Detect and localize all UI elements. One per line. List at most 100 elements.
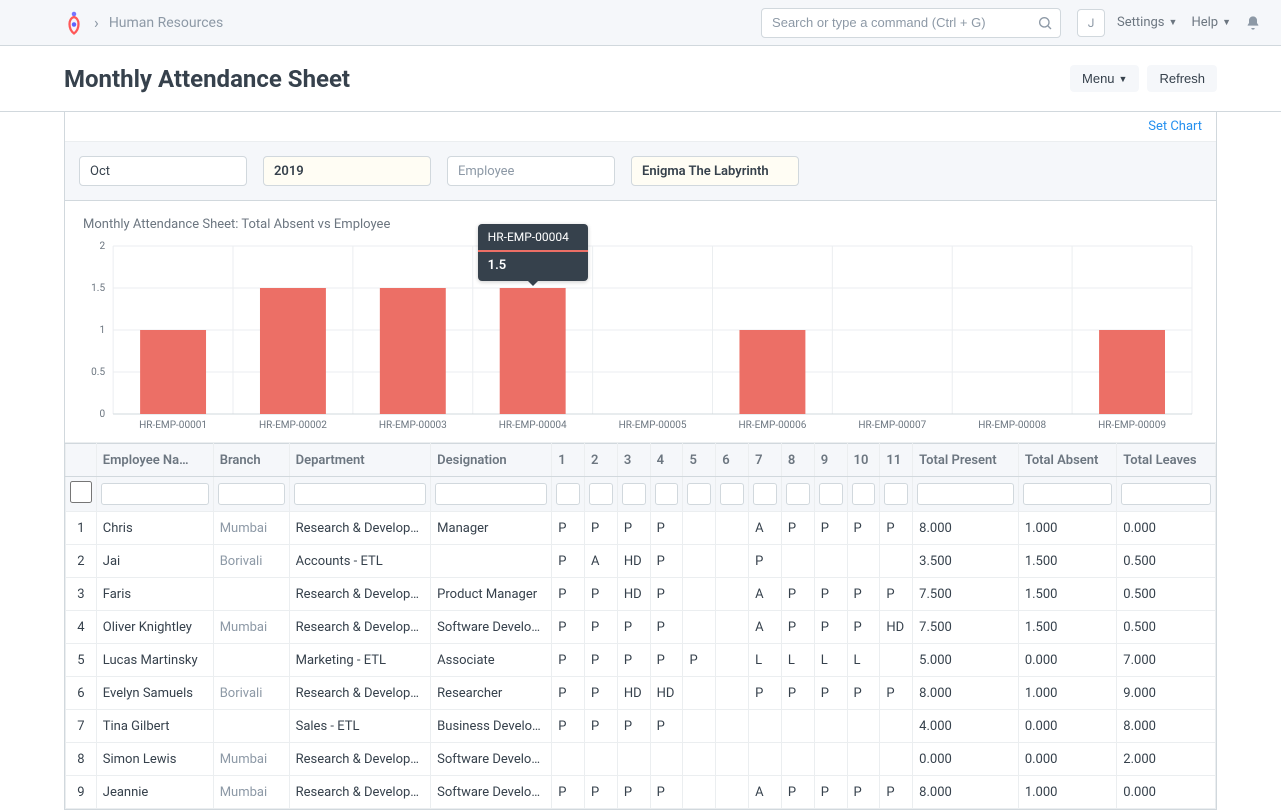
row-index: 6	[66, 677, 97, 710]
cell-day	[716, 545, 749, 578]
svg-text:HR-EMP-00003: HR-EMP-00003	[379, 420, 447, 431]
table-column-header[interactable]: 6	[716, 444, 749, 477]
cell-designation: Software Develo…	[431, 611, 552, 644]
column-filter-input[interactable]	[819, 483, 843, 505]
cell-day	[716, 710, 749, 743]
table-column-header[interactable]: 10	[847, 444, 880, 477]
table-row[interactable]: 8Simon LewisMumbaiResearch & Develop…Sof…	[66, 743, 1216, 776]
filters-row: Oct 2019 Employee Enigma The Labyrinth	[65, 142, 1216, 201]
search-input[interactable]	[761, 8, 1061, 38]
svg-text:HR-EMP-00007: HR-EMP-00007	[858, 420, 926, 431]
select-all-checkbox[interactable]	[70, 481, 92, 503]
filter-company[interactable]: Enigma The Labyrinth	[631, 156, 799, 186]
table-column-header[interactable]: 9	[814, 444, 847, 477]
chart-bar[interactable]	[140, 330, 206, 414]
cell-day: P	[552, 644, 585, 677]
column-filter-input[interactable]	[917, 483, 1014, 505]
table-column-header[interactable]: Total Leaves	[1117, 444, 1216, 477]
menu-button[interactable]: Menu ▼	[1070, 65, 1139, 92]
cell-branch: Mumbai	[213, 512, 289, 545]
table-row[interactable]: 7Tina GilbertSales - ETLBusiness Develo……	[66, 710, 1216, 743]
table-column-header[interactable]: 11	[880, 444, 913, 477]
cell-branch	[213, 578, 289, 611]
cell-day: P	[585, 644, 618, 677]
cell-day: L	[749, 644, 782, 677]
table-column-header[interactable]: 4	[650, 444, 683, 477]
cell-department: Research & Develop…	[289, 512, 431, 545]
column-filter-input[interactable]	[753, 483, 777, 505]
chart-svg[interactable]: 00.511.52HR-EMP-00001HR-EMP-00002HR-EMP-…	[83, 240, 1198, 438]
chart-bar[interactable]	[500, 288, 566, 414]
table-column-header[interactable]: Total Present	[913, 444, 1019, 477]
table-column-header[interactable]: Employee Na…	[96, 444, 213, 477]
cell-total-leaves: 0.000	[1117, 512, 1216, 545]
table-row[interactable]: 6Evelyn SamuelsBorivaliResearch & Develo…	[66, 677, 1216, 710]
cell-day: L	[781, 644, 814, 677]
table-row[interactable]: 9JeannieMumbaiResearch & Develop…Softwar…	[66, 776, 1216, 809]
column-filter-input[interactable]	[1023, 483, 1112, 505]
table-column-header[interactable]: 7	[749, 444, 782, 477]
cell-day: P	[552, 677, 585, 710]
filter-year[interactable]: 2019	[263, 156, 431, 186]
table-row[interactable]: 5Lucas MartinskyMarketing - ETLAssociate…	[66, 644, 1216, 677]
table-row[interactable]: 3FarisResearch & Develop…Product Manager…	[66, 578, 1216, 611]
set-chart-link[interactable]: Set Chart	[1148, 119, 1202, 134]
column-filter-input[interactable]	[884, 483, 908, 505]
cell-designation: Associate	[431, 644, 552, 677]
chart-bar[interactable]	[380, 288, 446, 414]
cell-day: P	[585, 611, 618, 644]
bell-icon[interactable]	[1245, 15, 1261, 31]
help-menu[interactable]: Help ▼	[1191, 15, 1231, 30]
column-filter-input[interactable]	[720, 483, 744, 505]
app-logo[interactable]	[64, 9, 84, 37]
table-column-header[interactable]: Branch	[213, 444, 289, 477]
chart-bar[interactable]	[739, 330, 805, 414]
svg-text:HR-EMP-00006: HR-EMP-00006	[738, 420, 806, 431]
filter-month[interactable]: Oct	[79, 156, 247, 186]
table-column-header[interactable]: 2	[585, 444, 618, 477]
column-filter-input[interactable]	[218, 483, 285, 505]
table-column-header[interactable]: 5	[683, 444, 716, 477]
cell-department: Research & Develop…	[289, 776, 431, 809]
cell-day: P	[650, 710, 683, 743]
cell-day: P	[650, 611, 683, 644]
settings-menu[interactable]: Settings ▼	[1117, 15, 1177, 30]
column-filter-input[interactable]	[294, 483, 427, 505]
table-column-header[interactable]: Designation	[431, 444, 552, 477]
chart-bar[interactable]	[1099, 330, 1165, 414]
filter-employee[interactable]: Employee	[447, 156, 615, 186]
column-filter-input[interactable]	[655, 483, 679, 505]
column-filter-input[interactable]	[589, 483, 613, 505]
table-column-header[interactable]: 8	[781, 444, 814, 477]
cell-day	[716, 644, 749, 677]
table-column-header[interactable]: 3	[617, 444, 650, 477]
cell-day: P	[880, 512, 913, 545]
chart-bar[interactable]	[260, 288, 326, 414]
cell-day	[749, 710, 782, 743]
column-filter-input[interactable]	[852, 483, 876, 505]
column-filter-input[interactable]	[556, 483, 580, 505]
refresh-button[interactable]: Refresh	[1147, 65, 1217, 92]
cell-day: A	[749, 578, 782, 611]
table-column-header[interactable]: Total Absent	[1018, 444, 1116, 477]
table-row[interactable]: 1ChrisMumbaiResearch & Develop…ManagerPP…	[66, 512, 1216, 545]
table-column-header[interactable]: Department	[289, 444, 431, 477]
table-row[interactable]: 2JaiBorivaliAccounts - ETLPAHDPP3.5001.5…	[66, 545, 1216, 578]
data-grid: Employee Na…BranchDepartmentDesignation1…	[65, 443, 1216, 809]
column-filter-input[interactable]	[101, 483, 209, 505]
svg-text:0.5: 0.5	[91, 367, 105, 378]
column-filter-input[interactable]	[786, 483, 810, 505]
column-filter-input[interactable]	[622, 483, 646, 505]
table-column-header[interactable]: 1	[552, 444, 585, 477]
cell-total-absent: 1.000	[1018, 776, 1116, 809]
table-scroll[interactable]: Employee Na…BranchDepartmentDesignation1…	[65, 443, 1216, 809]
column-filter-input[interactable]	[1121, 483, 1211, 505]
chart-area: Monthly Attendance Sheet: Total Absent v…	[65, 201, 1216, 443]
column-filter-input[interactable]	[435, 483, 547, 505]
column-filter-input[interactable]	[687, 483, 711, 505]
breadcrumb[interactable]: Human Resources	[109, 15, 223, 31]
table-row[interactable]: 4Oliver KnightleyMumbaiResearch & Develo…	[66, 611, 1216, 644]
cell-day	[781, 743, 814, 776]
cell-day: P	[617, 512, 650, 545]
avatar[interactable]: J	[1077, 9, 1105, 37]
